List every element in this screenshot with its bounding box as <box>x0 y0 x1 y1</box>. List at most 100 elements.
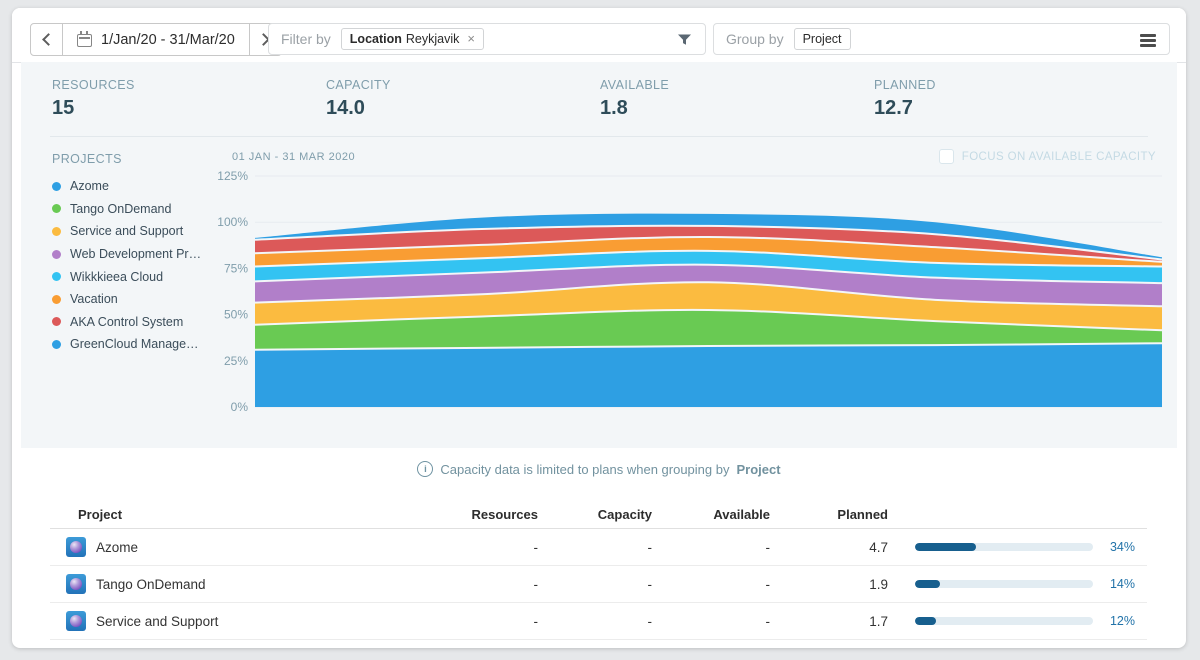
legend-item[interactable]: Service and Support <box>52 220 227 243</box>
col-resources: Resources <box>450 507 538 522</box>
filter-chip-field: Location <box>350 32 402 46</box>
prev-period-button[interactable] <box>30 23 63 56</box>
legend-item[interactable]: Azome <box>52 175 227 198</box>
date-range-button[interactable]: 1/Jan/20 - 31/Mar/20 <box>62 23 250 56</box>
summary-panel: RESOURCES 15 CAPACITY 14.0 AVAILABLE 1.8… <box>21 62 1177 448</box>
legend-item[interactable]: Wikkkieea Cloud <box>52 265 227 288</box>
date-range-picker: 1/Jan/20 - 31/Mar/20 <box>30 23 282 56</box>
focus-available-capacity-toggle[interactable]: FOCUS ON AVAILABLE CAPACITY <box>939 149 1156 164</box>
stat-value: 1.8 <box>600 97 874 120</box>
bar-cell <box>888 543 1093 551</box>
capacity-value: - <box>538 540 652 555</box>
y-axis-tick: 100% <box>217 215 248 229</box>
available-value: - <box>652 614 770 629</box>
legend-label: Web Development Pr… <box>70 247 201 261</box>
planned-value: 4.7 <box>770 540 888 555</box>
filter-icon[interactable] <box>677 33 692 51</box>
project-name: Tango OnDemand <box>96 577 206 592</box>
legend-dot-icon <box>52 182 61 191</box>
capacity-value: - <box>538 614 652 629</box>
chart-legend: PROJECTS AzomeTango OnDemand Service and … <box>52 152 227 356</box>
remove-filter-icon[interactable]: × <box>467 34 475 44</box>
project-avatar-icon <box>66 574 86 594</box>
legend-label: Vacation <box>70 292 118 306</box>
legend-item[interactable]: AKA Control System <box>52 311 227 334</box>
info-icon: i <box>417 461 433 477</box>
legend-dot-icon <box>52 317 61 326</box>
legend-title: PROJECTS <box>52 152 227 166</box>
legend-dot-icon <box>52 272 61 281</box>
col-capacity: Capacity <box>538 507 652 522</box>
focus-toggle-label: FOCUS ON AVAILABLE CAPACITY <box>962 151 1156 163</box>
project-avatar-icon <box>66 537 86 557</box>
stat-available: AVAILABLE 1.8 <box>600 78 874 136</box>
legend-label: Wikkkieea Cloud <box>70 270 163 284</box>
stats-row: RESOURCES 15 CAPACITY 14.0 AVAILABLE 1.8… <box>50 62 1148 137</box>
planned-value: 1.7 <box>770 614 888 629</box>
resources-value: - <box>450 540 538 555</box>
stat-capacity: CAPACITY 14.0 <box>326 78 600 136</box>
project-cell: Service and Support <box>50 611 450 631</box>
project-name: Service and Support <box>96 614 218 629</box>
col-planned: Planned <box>770 507 888 522</box>
y-axis-tick: 50% <box>224 308 248 322</box>
legend-dot-icon <box>52 295 61 304</box>
table-row[interactable]: Service and Support - - - 1.7 12% <box>50 603 1147 640</box>
y-axis-tick: 0% <box>231 400 249 414</box>
projects-table: Project Resources Capacity Available Pla… <box>50 500 1147 640</box>
legend-item[interactable]: GreenCloud Manage… <box>52 333 227 356</box>
col-available: Available <box>652 507 770 522</box>
stat-label: AVAILABLE <box>600 78 874 92</box>
legend-item[interactable]: Vacation <box>52 288 227 311</box>
capacity-value: - <box>538 577 652 592</box>
planned-progress-fill <box>915 617 936 625</box>
stat-resources: RESOURCES 15 <box>52 78 326 136</box>
info-note-text: Capacity data is limited to plans when g… <box>440 462 729 477</box>
stat-planned: PLANNED 12.7 <box>874 78 1148 136</box>
filter-chip-location[interactable]: Location Reykjavik × <box>341 28 484 50</box>
table-row[interactable]: Tango OnDemand - - - 1.9 14% <box>50 566 1147 603</box>
filter-by-label: Filter by <box>281 31 331 47</box>
planned-value: 1.9 <box>770 577 888 592</box>
checkbox-icon[interactable] <box>939 149 954 164</box>
col-project: Project <box>50 507 450 522</box>
available-value: - <box>652 540 770 555</box>
planned-percent: 12% <box>1093 614 1135 628</box>
planned-progress-track <box>915 543 1093 551</box>
stat-value: 12.7 <box>874 97 1148 120</box>
area-series <box>255 343 1162 407</box>
menu-icon[interactable] <box>1140 34 1156 47</box>
stat-value: 14.0 <box>326 97 600 120</box>
resources-value: - <box>450 577 538 592</box>
project-name: Azome <box>96 540 138 555</box>
legend-item[interactable]: Tango OnDemand <box>52 198 227 221</box>
planned-progress-track <box>915 580 1093 588</box>
group-chip-project[interactable]: Project <box>794 28 851 50</box>
stat-value: 15 <box>52 97 326 120</box>
table-header: Project Resources Capacity Available Pla… <box>50 500 1147 529</box>
legend-label: Service and Support <box>70 224 183 238</box>
legend-label: GreenCloud Manage… <box>70 337 199 351</box>
y-axis-tick: 125% <box>217 170 248 183</box>
stat-label: PLANNED <box>874 78 1148 92</box>
chevron-left-icon <box>42 33 55 46</box>
bar-cell <box>888 617 1093 625</box>
info-note: i Capacity data is limited to plans when… <box>12 461 1186 477</box>
group-by-box[interactable]: Group by Project <box>713 23 1170 55</box>
date-range-label: 1/Jan/20 - 31/Mar/20 <box>101 32 235 48</box>
available-value: - <box>652 577 770 592</box>
legend-item[interactable]: Web Development Pr… <box>52 243 227 266</box>
filter-by-box[interactable]: Filter by Location Reykjavik × <box>268 23 706 55</box>
group-by-label: Group by <box>726 31 784 47</box>
capacity-report-card: 1/Jan/20 - 31/Mar/20 Filter by Location … <box>12 8 1186 648</box>
planned-progress-fill <box>915 543 976 551</box>
table-row[interactable]: Azome - - - 4.7 34% <box>50 529 1147 566</box>
lower-section: i Capacity data is limited to plans when… <box>12 448 1186 640</box>
project-cell: Tango OnDemand <box>50 574 450 594</box>
calendar-icon <box>77 34 92 47</box>
legend-dot-icon <box>52 204 61 213</box>
y-axis-tick: 25% <box>224 354 248 368</box>
info-note-highlight: Project <box>736 462 780 477</box>
resources-value: - <box>450 614 538 629</box>
group-chip-value: Project <box>803 32 842 46</box>
